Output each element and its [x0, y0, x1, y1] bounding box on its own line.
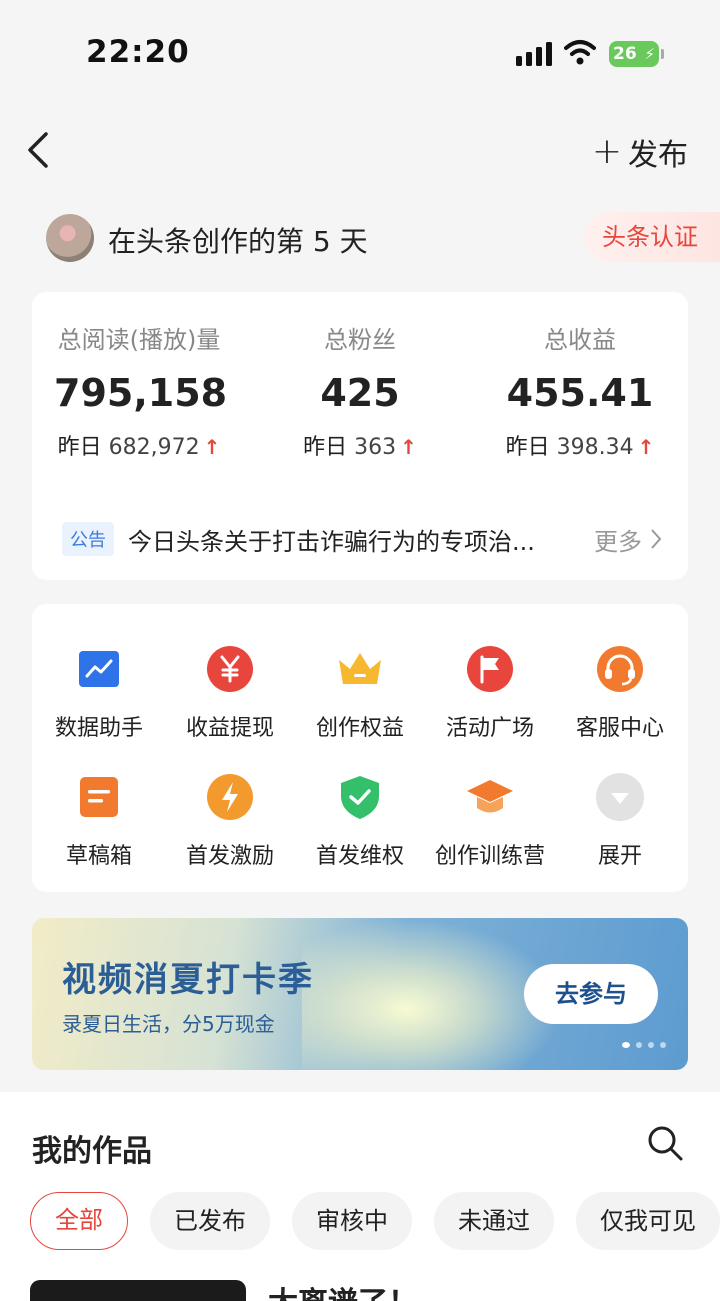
- tool-label: 首发激励: [185, 844, 274, 869]
- tool-drafts[interactable]: 草稿箱: [34, 772, 164, 870]
- flag-icon: [467, 646, 513, 692]
- tab-private[interactable]: 仅我可见: [576, 1192, 720, 1250]
- work-title[interactable]: 太离谱了！: [268, 1278, 418, 1301]
- plus-icon: +: [591, 131, 622, 172]
- tool-label: 草稿箱: [65, 844, 132, 869]
- tool-label: 创作训练营: [434, 844, 545, 869]
- pagination-dot: [622, 1042, 630, 1048]
- yuan-icon: [207, 646, 253, 692]
- tool-label: 展开: [597, 844, 642, 869]
- creator-days: 在头条创作的第 5 天: [108, 225, 368, 258]
- stat-value: 795,158: [54, 371, 228, 415]
- notice-bar[interactable]: 公告 今日头条关于打击诈骗行为的专项治... 更多: [62, 520, 662, 558]
- stat-label: 总收益: [544, 326, 616, 354]
- promo-banner[interactable]: 视频消夏打卡季 录夏日生活，分5万现金 去参与: [32, 918, 688, 1070]
- stat-yesterday: 昨日 363 ↑: [303, 435, 417, 460]
- tool-expand[interactable]: 展开: [555, 772, 685, 870]
- tool-creator-benefits[interactable]: 创作权益: [295, 644, 425, 742]
- avatar[interactable]: [46, 214, 94, 262]
- up-arrow-icon: ↑: [637, 435, 655, 459]
- tool-label: 首发维权: [315, 844, 404, 869]
- stat-value: 425: [320, 371, 400, 415]
- tool-first-publish-incentive[interactable]: 首发激励: [165, 772, 295, 870]
- shield-check-icon: [341, 776, 379, 819]
- work-thumbnail[interactable]: [30, 1280, 246, 1301]
- tab-all[interactable]: 全部: [30, 1192, 128, 1250]
- banner-join-button[interactable]: 去参与: [524, 964, 658, 1024]
- pagination-dot: [660, 1042, 666, 1048]
- charging-bolt-icon: ⚡: [644, 45, 655, 63]
- tool-activity-plaza[interactable]: 活动广场: [425, 644, 555, 742]
- tool-customer-service[interactable]: 客服中心: [555, 644, 685, 742]
- banner-glow: [302, 918, 562, 1070]
- stat-value: 455.41: [506, 371, 654, 415]
- pagination-dot: [648, 1042, 654, 1048]
- banner-title: 视频消夏打卡季: [62, 960, 314, 1000]
- back-icon[interactable]: [24, 130, 54, 170]
- status-bar: 22:20 26 ⚡: [0, 0, 720, 100]
- stat-total-income[interactable]: 总收益 455.41 昨日 398.34 ↑: [490, 320, 670, 461]
- tool-label: 活动广场: [445, 716, 534, 741]
- crown-icon: [339, 653, 381, 684]
- notice-more-link[interactable]: 更多: [594, 522, 662, 557]
- stat-yesterday: 昨日 682,972 ↑: [57, 435, 221, 460]
- works-section: 我的作品 全部 已发布 审核中 未通过 仅我可见 太离谱了！: [0, 1092, 720, 1301]
- verify-badge[interactable]: 头条认证: [584, 212, 720, 262]
- tool-first-publish-rights[interactable]: 首发维权: [295, 772, 425, 870]
- chart-icon: [79, 651, 119, 687]
- stat-total-reads[interactable]: 总阅读(播放)量 795,158 昨日 682,972 ↑: [54, 320, 228, 461]
- notice-tag: 公告: [62, 522, 114, 556]
- stat-yesterday: 昨日 398.34 ↑: [505, 435, 655, 460]
- wifi-icon: [564, 40, 596, 65]
- tool-label: 收益提现: [185, 716, 274, 741]
- up-arrow-icon: ↑: [203, 435, 221, 459]
- tool-income-withdraw[interactable]: 收益提现: [165, 644, 295, 742]
- draft-icon: [80, 777, 118, 817]
- expand-icon: [596, 773, 644, 821]
- stat-label: 总阅读(播放)量: [57, 326, 221, 354]
- lightning-icon: [207, 774, 253, 820]
- works-title: 我的作品: [32, 1134, 152, 1169]
- battery-level: 26: [613, 44, 637, 64]
- status-time: 22:20: [86, 34, 190, 70]
- tool-label: 客服中心: [575, 716, 664, 741]
- headset-icon: [597, 646, 643, 692]
- tab-under-review[interactable]: 审核中: [292, 1192, 412, 1250]
- stat-label: 总粉丝: [324, 326, 396, 354]
- nav-bar: + 发布: [0, 110, 720, 190]
- banner-pagination: [622, 1042, 666, 1048]
- notice-text[interactable]: 今日头条关于打击诈骗行为的专项治...: [128, 522, 558, 557]
- signal-icon: [516, 42, 552, 66]
- battery-icon: 26 ⚡: [609, 41, 664, 67]
- filter-tabs: 全部 已发布 审核中 未通过 仅我可见: [30, 1192, 720, 1250]
- tools-card: 数据助手 收益提现 创作权益 活动广场 客服中心 草稿箱 首发激励 首发维权 创…: [32, 604, 688, 892]
- graduation-cap-icon: [467, 780, 513, 813]
- stats-card: 总阅读(播放)量 795,158 昨日 682,972 ↑ 总粉丝 425 昨日 …: [32, 292, 688, 580]
- up-arrow-icon: ↑: [400, 435, 417, 459]
- tool-label: 数据助手: [54, 716, 143, 741]
- tool-data-assistant[interactable]: 数据助手: [34, 644, 164, 742]
- creator-row: 在头条创作的第 5 天 头条认证: [0, 206, 720, 270]
- search-icon[interactable]: [646, 1124, 684, 1162]
- publish-label: 发布: [628, 138, 688, 173]
- tool-label: 创作权益: [315, 716, 404, 741]
- chevron-right-icon: [651, 529, 662, 549]
- tab-rejected[interactable]: 未通过: [434, 1192, 554, 1250]
- tab-published[interactable]: 已发布: [150, 1192, 270, 1250]
- stat-total-fans[interactable]: 总粉丝 425 昨日 363 ↑: [275, 320, 445, 461]
- banner-subtitle: 录夏日生活，分5万现金: [62, 1012, 275, 1036]
- pagination-dot: [636, 1042, 642, 1048]
- publish-button[interactable]: + 发布: [591, 131, 688, 174]
- tool-creator-bootcamp[interactable]: 创作训练营: [425, 772, 555, 870]
